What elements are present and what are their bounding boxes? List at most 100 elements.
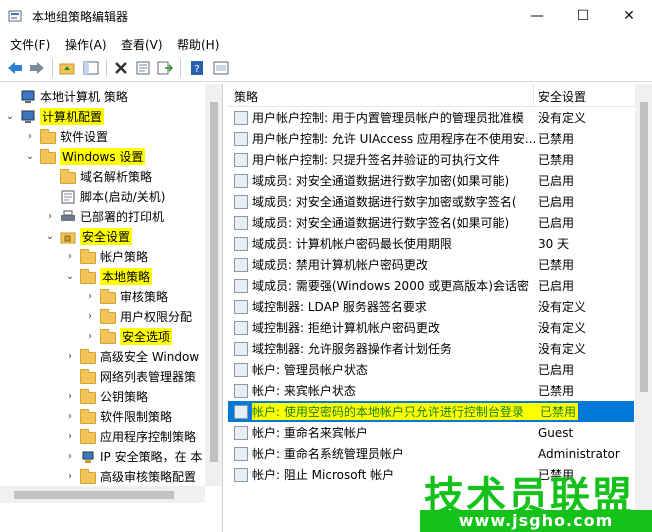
tree-item-label: 已部署的打印机 [80,209,165,224]
policy-row[interactable]: 域成员: 对安全通道数据进行数字加密(如果可能) 已启用 [228,170,634,191]
export-list-button[interactable] [156,59,174,77]
tree-item[interactable]: › IP 安全策略，在 本 [64,446,202,466]
show-hide-tree-button[interactable] [82,59,100,77]
tree-scroll-thumb[interactable] [210,102,218,462]
policy-row[interactable]: 用户帐户控制: 用于内置管理员帐户的管理员批准模 没有定义 [228,107,634,128]
tree-item[interactable]: ⌄ 计算机配置 [4,106,105,126]
expand-toggle-icon[interactable]: › [64,251,76,262]
tree-item[interactable]: › 帐户策略 [64,246,148,266]
expand-toggle-icon[interactable]: ⌄ [64,271,76,282]
policy-setting-icon [234,299,248,314]
policy-setting-value: 已禁用 [538,153,575,167]
tree-item[interactable]: › 软件设置 [24,126,108,146]
tree-item[interactable]: 网络列表管理器策 [64,366,196,386]
policy-setting-icon [234,362,248,377]
policy-row[interactable]: 帐户: 来宾帐户状态 已禁用 [228,380,634,401]
expand-toggle-icon[interactable]: › [84,311,96,322]
policy-name: 域控制器: 拒绝计算机帐户密码更改 [252,321,440,335]
policy-row[interactable]: 用户帐户控制: 允许 UIAccess 应用程序在不使用安... 已禁用 [228,128,634,149]
list-scroll-thumb[interactable] [640,102,648,392]
policy-setting-icon [234,320,248,335]
expand-toggle-icon[interactable]: ⌄ [44,231,56,242]
properties-button[interactable] [134,59,152,77]
tree-item-label: 软件限制策略 [100,409,173,424]
script-icon [60,190,76,203]
expand-toggle-icon[interactable]: › [64,431,76,442]
policy-row[interactable]: 用户帐户控制: 只提升签名并验证的可执行文件 已禁用 [228,149,634,170]
policy-setting-icon [234,173,248,188]
policy-setting-icon [234,215,248,230]
policy-row[interactable]: 帐户: 重命名系统管理员帐户 Administrator [228,443,634,464]
expand-toggle-icon[interactable]: › [64,351,76,362]
policy-name: 帐户: 来宾帐户状态 [252,384,356,398]
expand-toggle-icon[interactable]: › [64,451,76,462]
policy-row[interactable]: 域控制器: 允许服务器操作者计划任务 没有定义 [228,338,634,359]
delete-button[interactable] [112,59,130,77]
selected-policy-row[interactable]: 帐户: 使用空密码的本地帐户只允许进行控制台登录 已禁用 [228,401,634,422]
policy-row[interactable]: 域成员: 计算机帐户密码最长使用期限 30 天 [228,233,634,254]
policy-row[interactable]: 帐户: 管理员帐户状态 已启用 [228,359,634,380]
policy-row[interactable]: 域控制器: 拒绝计算机帐户密码更改 没有定义 [228,317,634,338]
tree-item[interactable]: › 已部署的打印机 [44,206,164,226]
tree-item[interactable]: › 应用程序控制策略 [64,426,196,446]
expand-toggle-icon[interactable]: › [84,331,96,342]
expand-toggle-icon[interactable]: › [64,471,76,482]
policy-row[interactable]: 域成员: 对安全通道数据进行数字加密或数字签名(已启用 [228,191,634,212]
minimize-button[interactable]: — [514,0,560,32]
tree-item[interactable]: 脚本(启动/关机) [44,186,165,206]
menu-view[interactable]: 查看(V) [121,36,163,53]
tree-item[interactable]: ⌄ 安全设置 [44,226,133,246]
expand-toggle-icon[interactable]: › [24,131,36,142]
column-header-setting[interactable]: 安全设置 [538,88,586,105]
expand-toggle-icon[interactable]: › [64,411,76,422]
tree-item-label: 用户权限分配 [120,309,193,324]
menu-file[interactable]: 文件(F) [10,36,50,53]
column-header-policy[interactable]: 策略 [234,88,258,105]
policy-row[interactable]: 域成员: 禁用计算机帐户密码更改 已禁用 [228,254,634,275]
expand-toggle-icon[interactable]: › [84,291,96,302]
tree-hscroll-thumb[interactable] [14,491,174,499]
policy-setting-icon [234,278,248,293]
tree-vertical-scrollbar[interactable] [205,84,222,486]
tree-item[interactable]: › 审核策略 [84,286,168,306]
tree-item[interactable]: › 用户权限分配 [84,306,192,326]
close-button[interactable]: ✕ [606,0,652,32]
folder-icon [40,148,56,164]
forward-button[interactable] [28,59,46,77]
expand-toggle-icon[interactable]: ⌄ [24,151,36,162]
tree-item[interactable]: 域名解析策略 [44,166,152,186]
tree-item[interactable]: 本地计算机 策略 [4,86,128,106]
computer-icon [20,90,36,103]
policy-row[interactable]: 域成员: 对安全通道数据进行数字签名(如果可能) 已启用 [228,212,634,233]
up-folder-button[interactable] [58,59,76,77]
policy-row[interactable]: 帐户: 重命名来宾帐户 Guest [228,422,634,443]
expand-toggle-icon[interactable]: › [44,211,56,222]
tree-item[interactable]: ⌄ 本地策略 [64,266,153,286]
filter-button[interactable] [212,59,230,77]
tree-item-label: 软件设置 [60,129,109,144]
help-button[interactable]: ? [188,59,206,77]
tree-item[interactable]: › 公钥策略 [64,386,148,406]
console-tree-icon [83,61,99,75]
maximize-button[interactable]: ☐ [560,0,606,32]
tree-item[interactable]: › 软件限制策略 [64,406,172,426]
policy-setting-icon [234,425,248,440]
ipsec-icon [80,450,96,463]
policy-setting-icon [234,467,248,482]
expand-toggle-icon[interactable]: › [64,391,76,402]
tree-item[interactable]: › 高级审核策略配置 [64,466,196,486]
tree-item[interactable]: › 高级安全 Window [64,346,199,366]
tree-item[interactable]: › 安全选项 [84,326,173,346]
menu-action[interactable]: 操作(A) [65,36,107,53]
expand-toggle-icon[interactable]: ⌄ [4,111,16,122]
tree-horizontal-scrollbar[interactable] [0,486,205,503]
tree-item[interactable]: ⌄ Windows 设置 [24,146,146,166]
policy-row[interactable]: 域控制器: LDAP 服务器签名要求 没有定义 [228,296,634,317]
policy-row[interactable]: 域成员: 需要强(Windows 2000 或更高版本)会话密 已启用 [228,275,634,296]
policy-setting-value: 已启用 [538,174,575,188]
window-title: 本地组策略编辑器 [32,10,129,24]
column-divider[interactable] [533,84,534,106]
menu-help[interactable]: 帮助(H) [177,36,219,53]
back-button[interactable] [6,59,24,77]
watermark-logo: 技术员联盟 www.jsgho.com [420,464,652,532]
